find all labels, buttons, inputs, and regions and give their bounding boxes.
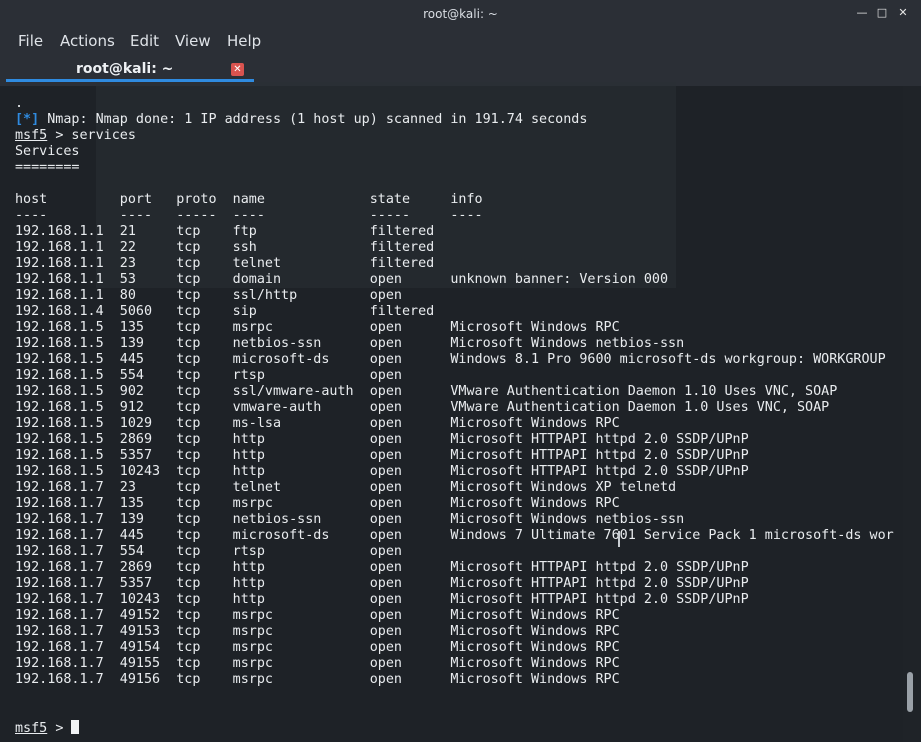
table-row: 192.168.1.5 10243 tcp http open Microsof… [15,464,749,479]
table-row: 192.168.1.5 902 tcp ssl/vmware-auth open… [15,384,838,399]
tab-label: root@kali: ~ [76,61,174,77]
table-row: 192.168.1.1 23 tcp telnet filtered [15,256,435,271]
table-row: 192.168.1.4 5060 tcp sip filtered [15,304,435,319]
table-row: 192.168.1.5 5357 tcp http open Microsoft… [15,448,749,463]
table-row: 192.168.1.5 445 tcp microsoft-ds open Wi… [15,352,886,367]
table-header-underline: ---- ---- ----- ---- ----- ---- [15,208,483,223]
window-title: root@kali: ~ [423,7,498,21]
table-row: 192.168.1.5 912 tcp vmware-auth open VMw… [15,400,830,415]
menu-file[interactable]: File [18,32,43,50]
scrollbar-thumb[interactable] [907,672,913,712]
table-row: 192.168.1.7 10243 tcp http open Microsof… [15,592,749,607]
table-row: 192.168.1.5 135 tcp msrpc open Microsoft… [15,320,620,335]
command-text: > services [55,128,136,143]
mouse-ibeam-icon [618,531,620,547]
table-row: 192.168.1.5 554 tcp rtsp open [15,368,402,383]
table-row: 192.168.1.5 139 tcp netbios-ssn open Mic… [15,336,685,351]
table-header: host port proto name state info [15,192,483,207]
table-row: 192.168.1.1 22 tcp ssh filtered [15,240,435,255]
terminal-window: root@kali: ~ — □ ✕ File Actions Edit Vie… [0,0,921,742]
terminal-output: . [*] Nmap: Nmap done: 1 IP address (1 h… [15,96,894,737]
table-row: 192.168.1.7 2869 tcp http open Microsoft… [15,560,749,575]
section-underline: ======== [15,160,80,175]
table-row: 192.168.1.7 49156 tcp msrpc open Microso… [15,672,620,687]
dot-line: . [15,96,24,111]
menu-help[interactable]: Help [227,32,261,50]
table-row: 192.168.1.7 23 tcp telnet open Microsoft… [15,480,677,495]
prompt-suffix: > [55,721,64,736]
table-row: 192.168.1.7 139 tcp netbios-ssn open Mic… [15,512,685,527]
table-row: 192.168.1.7 49155 tcp msrpc open Microso… [15,656,620,671]
menu-view[interactable]: View [175,32,211,50]
table-row: 192.168.1.7 554 tcp rtsp open [15,544,402,559]
table-row: 192.168.1.1 80 tcp ssl/http open [15,288,402,303]
maximize-icon[interactable]: □ [875,6,889,20]
services-table: 192.168.1.1 21 tcp ftp filtered 192.168.… [15,224,894,687]
msf-prompt: msf5 [15,128,48,143]
menu-edit[interactable]: Edit [130,32,159,50]
table-row: 192.168.1.5 2869 tcp http open Microsoft… [15,432,749,447]
minimize-icon[interactable]: — [855,6,869,20]
table-row: 192.168.1.7 445 tcp microsoft-ds open Wi… [15,528,894,543]
close-icon[interactable]: ✕ [896,6,910,20]
table-row: 192.168.1.1 21 tcp ftp filtered [15,224,435,239]
tab-terminal[interactable]: root@kali: ~ ✕ [6,56,254,82]
table-row: 192.168.1.7 49154 tcp msrpc open Microso… [15,640,620,655]
title-bar: root@kali: ~ — □ ✕ [0,0,921,28]
info-prefix: [*] [15,112,40,127]
menu-actions[interactable]: Actions [60,32,115,50]
table-row: 192.168.1.7 135 tcp msrpc open Microsoft… [15,496,620,511]
close-icon[interactable]: ✕ [231,63,244,76]
table-row: 192.168.1.5 1029 tcp ms-lsa open Microso… [15,416,620,431]
table-row: 192.168.1.7 49153 tcp msrpc open Microso… [15,624,620,639]
section-title: Services [15,144,80,159]
menu-bar: File Actions Edit View Help [0,28,921,56]
table-row: 192.168.1.7 49152 tcp msrpc open Microso… [15,608,620,623]
table-row: 192.168.1.7 5357 tcp http open Microsoft… [15,576,749,591]
nmap-message: Nmap: Nmap done: 1 IP address (1 host up… [47,112,588,127]
final-prompt: msf5 [15,721,48,736]
text-cursor [71,720,80,734]
table-row: 192.168.1.1 53 tcp domain open unknown b… [15,272,669,287]
